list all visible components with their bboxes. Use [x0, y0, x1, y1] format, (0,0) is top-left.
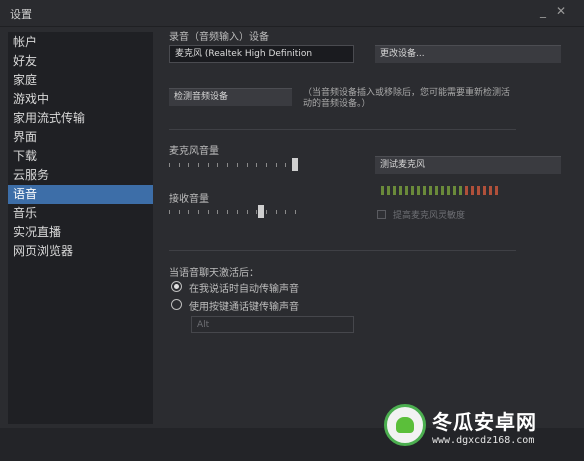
slider-tick	[169, 210, 170, 214]
slider-tick	[198, 163, 199, 167]
activation-label: 当语音聊天激活后：	[169, 268, 259, 279]
meter-segment	[381, 186, 384, 195]
window-title: 设置	[10, 8, 32, 21]
meter-segment	[441, 186, 444, 195]
auto-transmit-label: 在我说话时自动传输声音	[189, 284, 299, 295]
sidebar-item-friends[interactable]: 好友	[8, 52, 153, 71]
detect-hint-line-1: （当音频设备插入或移除后，您可能需要重新检测活	[303, 88, 511, 98]
test-mic-button[interactable]: 测试麦克风	[375, 156, 561, 174]
slider-tick	[217, 210, 218, 214]
meter-segment	[447, 186, 450, 195]
boost-mic-checkbox[interactable]	[377, 210, 386, 219]
push-to-talk-label: 使用按键通话键传输声音	[189, 302, 299, 313]
sidebar-item-account[interactable]: 帐户	[8, 33, 153, 52]
meter-segment	[465, 186, 468, 195]
sidebar-item-in-game[interactable]: 游戏中	[8, 90, 153, 109]
watermark-title: 冬瓜安卓网	[432, 410, 537, 434]
slider-tick	[237, 210, 238, 214]
detect-hint-line-2: 动的音频设备。）	[303, 99, 371, 109]
boost-mic-label: 提高麦克风灵敏度	[393, 211, 466, 221]
slider-tick	[276, 210, 277, 214]
slider-tick	[285, 210, 286, 214]
auto-transmit-radio[interactable]	[171, 281, 182, 292]
section-divider	[169, 129, 516, 130]
sidebar-item-interface[interactable]: 界面	[8, 128, 153, 147]
mic-level-meter	[381, 186, 501, 195]
mic-volume-slider[interactable]	[169, 158, 299, 172]
slider-tick	[188, 210, 189, 214]
sidebar-item-in-home-streaming[interactable]: 家用流式传输	[8, 109, 153, 128]
push-to-talk-radio[interactable]	[171, 299, 182, 310]
meter-segment	[459, 186, 462, 195]
section-divider-2	[169, 250, 516, 251]
radio-selected-dot	[174, 284, 179, 289]
title-bar: 设置 _✕	[0, 0, 584, 27]
slider-tick	[208, 163, 209, 167]
android-logo-icon	[384, 404, 426, 446]
sidebar-item-downloads[interactable]: 下载	[8, 147, 153, 166]
settings-sidebar: 帐户 好友 家庭 游戏中 家用流式传输 界面 下载 云服务 语音 音乐 实况直播…	[8, 32, 153, 424]
watermark-url: www.dgxcdz168.com	[432, 435, 535, 446]
slider-tick	[227, 210, 228, 214]
meter-segment	[435, 186, 438, 195]
meter-segment	[477, 186, 480, 195]
slider-tick	[237, 163, 238, 167]
slider-tick	[256, 210, 257, 214]
android-body-icon	[396, 417, 414, 433]
push-to-talk-key-field[interactable]: Alt	[191, 316, 354, 333]
slider-tick	[256, 163, 257, 167]
slider-tick	[198, 210, 199, 214]
sidebar-item-voice[interactable]: 语音	[8, 185, 153, 204]
slider-tick	[227, 163, 228, 167]
receive-volume-slider[interactable]	[169, 205, 299, 219]
slider-tick	[276, 163, 277, 167]
slider-tick	[179, 210, 180, 214]
sidebar-item-family[interactable]: 家庭	[8, 71, 153, 90]
slider-tick	[266, 163, 267, 167]
sidebar-item-cloud[interactable]: 云服务	[8, 166, 153, 185]
slider-tick	[208, 210, 209, 214]
slider-tick	[247, 210, 248, 214]
change-device-button[interactable]: 更改设备...	[375, 45, 561, 63]
recording-device-label: 录音（音频输入）设备	[169, 32, 269, 43]
meter-segment	[453, 186, 456, 195]
meter-segment	[411, 186, 414, 195]
mic-volume-label: 麦克风音量	[169, 146, 219, 157]
slider-tick	[285, 163, 286, 167]
meter-segment	[399, 186, 402, 195]
slider-knob[interactable]	[292, 158, 298, 171]
slider-tick	[188, 163, 189, 167]
recording-device-field: 麦克风 (Realtek High Definition	[169, 45, 354, 63]
slider-knob[interactable]	[258, 205, 264, 218]
slider-tick	[179, 163, 180, 167]
meter-segment	[423, 186, 426, 195]
meter-segment	[471, 186, 474, 195]
slider-tick	[295, 210, 296, 214]
slider-tick	[266, 210, 267, 214]
close-icon[interactable]: ✕	[556, 4, 576, 18]
slider-tick	[247, 163, 248, 167]
meter-segment	[429, 186, 432, 195]
sidebar-item-music[interactable]: 音乐	[8, 204, 153, 223]
window-controls: _✕	[540, 4, 576, 18]
sidebar-item-web-browser[interactable]: 网页浏览器	[8, 242, 153, 261]
meter-segment	[489, 186, 492, 195]
meter-segment	[405, 186, 408, 195]
minimize-icon[interactable]: _	[540, 4, 556, 18]
detect-audio-devices-button[interactable]: 检测音频设备	[169, 88, 292, 106]
meter-segment	[483, 186, 486, 195]
meter-segment	[417, 186, 420, 195]
meter-segment	[495, 186, 498, 195]
receive-volume-label: 接收音量	[169, 194, 209, 205]
meter-segment	[393, 186, 396, 195]
meter-segment	[387, 186, 390, 195]
voice-settings-panel: 录音（音频输入）设备 麦克风 (Realtek High Definition …	[153, 32, 584, 424]
sidebar-item-broadcasting[interactable]: 实况直播	[8, 223, 153, 242]
slider-tick	[169, 163, 170, 167]
slider-tick	[217, 163, 218, 167]
